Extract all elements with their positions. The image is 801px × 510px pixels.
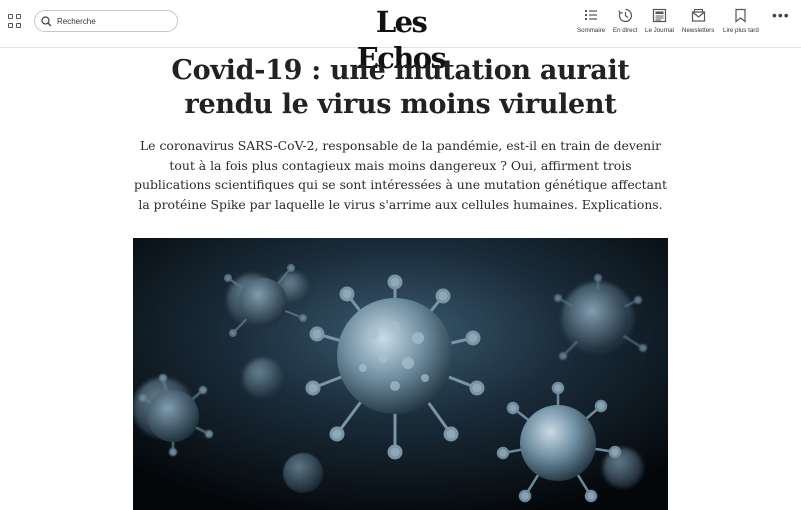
tool-le-journal[interactable]: Le Journal	[645, 6, 674, 34]
article-lead: Le coronavirus SARS-CoV-2, responsable d…	[134, 138, 667, 212]
tool-label: Sommaire	[577, 27, 606, 34]
search-icon	[41, 15, 52, 26]
tool-label: Newsletters	[682, 27, 715, 34]
top-navigation-bar: Les Echos Sommaire En direct	[0, 0, 801, 75]
article-hero-image	[133, 238, 668, 510]
clock-icon	[618, 8, 632, 22]
apps-grid-icon[interactable]	[8, 14, 22, 28]
search-box[interactable]	[34, 10, 178, 32]
coronavirus-illustration	[133, 238, 668, 510]
list-icon	[585, 10, 598, 20]
tool-sommaire[interactable]: Sommaire	[577, 6, 605, 34]
tool-label: Lire plus tard	[723, 27, 759, 34]
newspaper-icon	[652, 8, 667, 22]
tool-label: En direct	[613, 27, 638, 34]
search-input[interactable]	[57, 16, 167, 26]
article-title: Covid-19 : une mutation aurait rendu le …	[171, 55, 630, 120]
tool-newsletters[interactable]: Newsletters	[682, 6, 714, 34]
tool-en-direct[interactable]: En direct	[613, 6, 637, 34]
envelope-icon	[691, 8, 705, 22]
bookmark-icon	[735, 8, 746, 23]
tool-label: Le Journal	[645, 27, 674, 34]
more-options-icon[interactable]: •••	[772, 8, 790, 22]
tool-lire-plus-tard[interactable]: Lire plus tard	[723, 6, 759, 34]
